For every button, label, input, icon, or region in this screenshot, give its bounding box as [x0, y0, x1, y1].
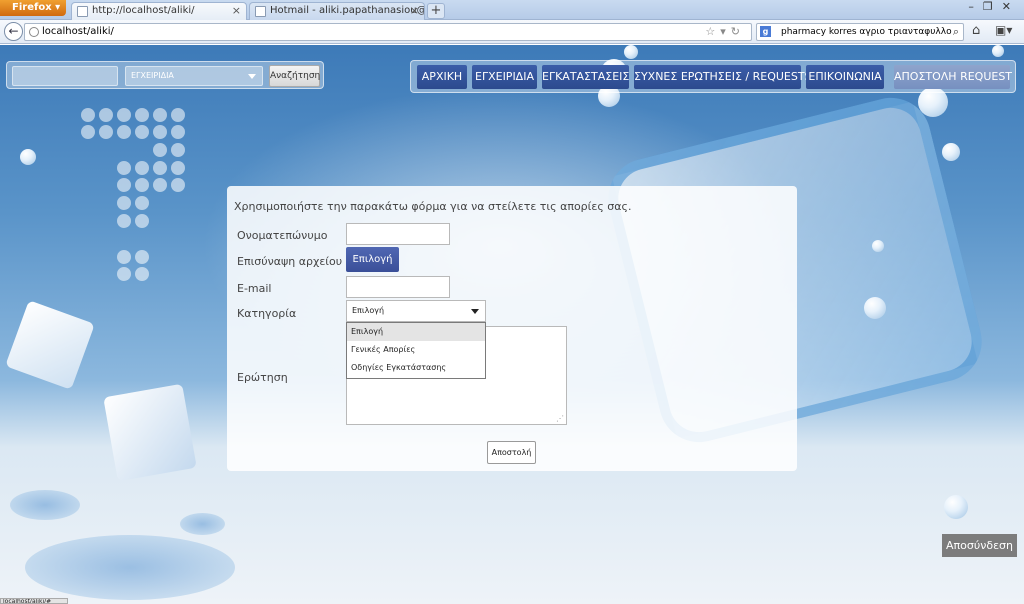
address-bar[interactable]: localhost/aliki/ ☆▾↻	[24, 23, 752, 41]
browser-search-bar[interactable]: g pharmacy korres αγριο τριανταφυλλο ⌕	[756, 23, 964, 41]
minimize-icon[interactable]: –	[968, 0, 983, 13]
globe-icon	[29, 27, 39, 37]
decorative-cube	[5, 300, 95, 390]
dropdown-arrow-icon[interactable]: ▾	[720, 25, 731, 38]
decorative-water	[25, 535, 235, 600]
close-icon[interactable]: ×	[410, 4, 419, 17]
bookmarks-icon[interactable]: ▣▾	[995, 23, 1012, 37]
main-navigation: ΑΡΧΙΚΗ ΕΓΧΕΙΡΙΔΙΑ ΕΓΚΑΤΑΣΤΑΣΕΙΣ ΣΥΧΝΕΣ Ε…	[410, 60, 1016, 93]
category-option[interactable]: Επιλογή	[347, 323, 485, 341]
category-dropdown: Επιλογή Γενικές Απορίες Οδηγίες Εγκατάστ…	[346, 322, 486, 379]
search-category-value: ΕΓΧΕΙΡΙΔΙΑ	[131, 71, 174, 80]
firefox-menu-button[interactable]: Firefox ▾	[0, 0, 66, 16]
name-input[interactable]	[346, 223, 450, 245]
page-icon	[255, 6, 266, 17]
home-icon[interactable]: ⌂	[972, 23, 980, 38]
request-form: Χρησιμοποιήστε την παρακάτω φόρμα για να…	[227, 186, 797, 471]
question-label: Ερώτηση	[237, 371, 288, 384]
logout-button[interactable]: Αποσύνδεση	[942, 534, 1017, 557]
browser-nav-bar: ← localhost/aliki/ ☆▾↻ g pharmacy korres…	[0, 20, 1024, 44]
decorative-water	[10, 490, 80, 520]
reload-icon[interactable]: ↻	[731, 25, 745, 38]
submit-button[interactable]: Αποστολή	[487, 441, 536, 464]
resize-grip-icon[interactable]: ⋰	[556, 414, 564, 423]
chevron-down-icon	[471, 309, 479, 314]
close-window-icon[interactable]: ✕	[1002, 0, 1020, 13]
search-button[interactable]: Αναζήτηση	[269, 65, 320, 87]
decorative-water	[180, 513, 225, 535]
file-select-button[interactable]: Επιλογή	[346, 247, 399, 272]
category-select[interactable]: Επιλογή	[346, 300, 486, 322]
tab-localhost[interactable]: http://localhost/aliki/ ×	[71, 2, 247, 20]
name-label: Ονοματεπώνυμο	[237, 229, 328, 242]
window-controls: –❐✕	[968, 0, 1020, 13]
nav-home[interactable]: ΑΡΧΙΚΗ	[417, 65, 467, 89]
nav-manuals[interactable]: ΕΓΧΕΙΡΙΔΙΑ	[472, 65, 537, 89]
nav-installations[interactable]: ΕΓΚΑΤΑΣΤΑΣΕΙΣ	[542, 65, 629, 89]
email-label: E-mail	[237, 282, 272, 295]
status-bar: localhost/aliki/#	[0, 598, 68, 604]
chevron-down-icon	[248, 74, 256, 79]
email-input[interactable]	[346, 276, 450, 298]
category-label: Κατηγορία	[237, 307, 297, 320]
new-tab-button[interactable]: +	[427, 3, 445, 19]
nav-contact[interactable]: ΕΠΙΚΟΙΝΩΝΙΑ	[806, 65, 884, 89]
category-option[interactable]: Οδηγίες Εγκατάστασης	[347, 359, 485, 377]
search-query-text: pharmacy korres αγριο τριανταφυλλο	[781, 27, 952, 37]
tab-title: Hotmail - aliki.papathanasiou@hotm...	[270, 5, 425, 16]
star-icon[interactable]: ☆	[705, 25, 720, 38]
file-label: Επισύναψη αρχείου	[237, 255, 343, 268]
firefox-menu-label: Firefox	[12, 2, 52, 13]
site-search-bar: ΕΓΧΕΙΡΙΔΙΑ Αναζήτηση	[6, 61, 324, 89]
tab-hotmail[interactable]: Hotmail - aliki.papathanasiou@hotm... ×	[249, 2, 425, 20]
url-bar-icons: ☆▾↻	[705, 24, 745, 40]
restore-icon[interactable]: ❐	[983, 0, 1002, 13]
nav-faq-requests[interactable]: ΣΥΧΝΕΣ ΕΡΩΤΗΣΕΙΣ / REQUESTS	[634, 65, 812, 89]
category-value: Επιλογή	[352, 306, 385, 315]
page-icon	[77, 6, 88, 17]
search-icon[interactable]: ⌕	[953, 24, 959, 40]
back-arrow-icon[interactable]: ←	[4, 22, 23, 41]
search-input[interactable]	[12, 66, 118, 86]
google-icon[interactable]: g	[760, 26, 771, 37]
decorative-cube	[103, 383, 197, 482]
search-category-select[interactable]: ΕΓΧΕΙΡΙΔΙΑ	[125, 66, 263, 86]
category-option[interactable]: Γενικές Απορίες	[347, 341, 485, 359]
nav-send-request[interactable]: ΑΠΟΣΤΟΛΗ REQUEST	[894, 65, 1012, 89]
form-intro: Χρησιμοποιήστε την παρακάτω φόρμα για να…	[234, 200, 632, 213]
address-text: localhost/aliki/	[42, 26, 114, 37]
page-viewport: ΕΓΧΕΙΡΙΔΙΑ Αναζήτηση ΑΡΧΙΚΗ ΕΓΧΕΙΡΙΔΙΑ Ε…	[0, 45, 1024, 604]
tab-title: http://localhost/aliki/	[92, 5, 195, 16]
close-icon[interactable]: ×	[232, 4, 241, 17]
browser-tab-bar: Firefox ▾ http://localhost/aliki/ × Hotm…	[0, 0, 1024, 20]
